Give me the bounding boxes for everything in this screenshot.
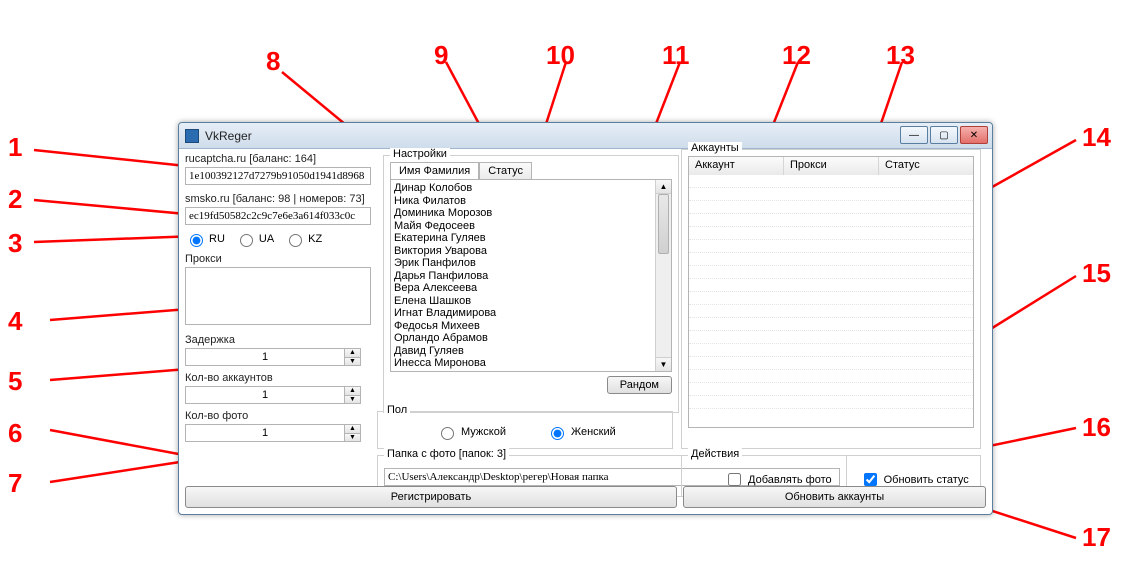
col-proxy[interactable]: Прокси (784, 157, 879, 175)
rucaptcha-input[interactable] (185, 167, 371, 185)
list-item[interactable]: Игнат Владимирова (394, 307, 652, 320)
annotation-7: 7 (8, 468, 22, 499)
app-icon (185, 129, 199, 143)
list-item[interactable]: Давид Гуляев (394, 345, 652, 358)
photo-count-input[interactable] (185, 424, 345, 442)
acc-count-spinner[interactable]: ▲▼ (345, 386, 361, 404)
table-row (689, 318, 973, 331)
annotation-6: 6 (8, 418, 22, 449)
list-item[interactable]: Орландо Абрамов (394, 332, 652, 345)
proxy-label: Прокси (185, 253, 371, 265)
list-item[interactable]: Олег Юдин (394, 370, 652, 373)
list-item[interactable]: Виктория Уварова (394, 245, 652, 258)
random-button[interactable]: Рандом (607, 376, 672, 394)
col-account[interactable]: Аккаунт (689, 157, 784, 175)
app-window: VkReger — ▢ ✕ rucaptcha.ru [баланс: 164]… (178, 122, 993, 515)
annotation-3: 3 (8, 228, 22, 259)
table-row (689, 383, 973, 396)
annotation-17: 17 (1082, 522, 1111, 553)
radio-ua[interactable]: UA (235, 231, 274, 247)
smsko-input[interactable] (185, 207, 371, 225)
minimize-button[interactable]: — (900, 126, 928, 144)
gender-title: Пол (384, 404, 410, 416)
radio-male[interactable]: Мужской (436, 424, 506, 440)
annotation-1: 1 (8, 132, 22, 163)
update-accounts-button[interactable]: Обновить аккаунты (683, 486, 986, 508)
table-row (689, 175, 973, 188)
list-item[interactable]: Динар Колобов (394, 182, 652, 195)
table-row (689, 357, 973, 370)
table-row (689, 253, 973, 266)
gender-group: Пол Мужской Женский (377, 411, 673, 449)
annotation-10: 10 (546, 40, 575, 71)
table-row (689, 214, 973, 227)
table-row (689, 227, 973, 240)
table-row (689, 266, 973, 279)
col-status[interactable]: Статус (879, 157, 973, 175)
annotation-12: 12 (782, 40, 811, 71)
radio-kz[interactable]: KZ (284, 231, 322, 247)
list-item[interactable]: Елена Шашков (394, 295, 652, 308)
annotation-14: 14 (1082, 122, 1111, 153)
window-title: VkReger (205, 129, 252, 143)
list-item[interactable]: Екатерина Гуляев (394, 232, 652, 245)
delay-label: Задержка (185, 334, 371, 346)
annotation-15: 15 (1082, 258, 1111, 289)
acc-count-input[interactable] (185, 386, 345, 404)
table-row (689, 370, 973, 383)
titlebar[interactable]: VkReger — ▢ ✕ (179, 123, 992, 149)
list-item[interactable]: Доминика Морозов (394, 207, 652, 220)
table-row (689, 305, 973, 318)
maximize-button[interactable]: ▢ (930, 126, 958, 144)
smsko-label: smsko.ru [баланс: 98 | номеров: 73] (185, 193, 371, 205)
table-row (689, 279, 973, 292)
settings-group: Настройки Имя Фамилия Статус Динар Колоб… (383, 155, 679, 413)
actions-title: Действия (688, 448, 742, 460)
table-row (689, 344, 973, 357)
list-item[interactable]: Инесса Миронова (394, 357, 652, 370)
list-item[interactable]: Федосья Михеев (394, 320, 652, 333)
radio-ru[interactable]: RU (185, 231, 225, 247)
settings-title: Настройки (390, 148, 450, 160)
list-item[interactable]: Майя Федосеев (394, 220, 652, 233)
accounts-title: Аккаунты (688, 142, 742, 154)
table-row (689, 292, 973, 305)
table-row (689, 240, 973, 253)
accounts-grid[interactable]: Аккаунт Прокси Статус (688, 156, 974, 428)
rucaptcha-label: rucaptcha.ru [баланс: 164] (185, 153, 371, 165)
photo-count-label: Кол-во фото (185, 410, 371, 422)
close-button[interactable]: ✕ (960, 126, 988, 144)
radio-female[interactable]: Женский (546, 424, 616, 440)
list-item[interactable]: Дарья Панфилова (394, 270, 652, 283)
delay-input[interactable] (185, 348, 345, 366)
photo-count-spinner[interactable]: ▲▼ (345, 424, 361, 442)
folder-title: Папка с фото [папок: 3] (384, 448, 509, 460)
tab-name[interactable]: Имя Фамилия (390, 162, 479, 179)
accounts-group: Аккаунты Аккаунт Прокси Статус (681, 149, 981, 449)
register-button[interactable]: Регистрировать (185, 486, 677, 508)
names-list[interactable]: Динар КолобовНика ФилатовДоминика Морозо… (390, 179, 672, 372)
annotation-8: 8 (266, 46, 280, 77)
annotation-5: 5 (8, 366, 22, 397)
annotation-4: 4 (8, 306, 22, 337)
list-item[interactable]: Ника Филатов (394, 195, 652, 208)
acc-count-label: Кол-во аккаунтов (185, 372, 371, 384)
tab-status[interactable]: Статус (479, 162, 532, 179)
annotation-16: 16 (1082, 412, 1111, 443)
annotation-2: 2 (8, 184, 22, 215)
names-scrollbar[interactable]: ▲ ▼ (655, 180, 671, 371)
table-row (689, 331, 973, 344)
table-row (689, 396, 973, 409)
annotation-11: 11 (662, 40, 690, 71)
table-row (689, 188, 973, 201)
annotation-9: 9 (434, 40, 448, 71)
list-item[interactable]: Вера Алексеева (394, 282, 652, 295)
proxy-input[interactable] (185, 267, 371, 325)
list-item[interactable]: Эрик Панфилов (394, 257, 652, 270)
table-row (689, 201, 973, 214)
delay-spinner[interactable]: ▲▼ (345, 348, 361, 366)
annotation-13: 13 (886, 40, 915, 71)
